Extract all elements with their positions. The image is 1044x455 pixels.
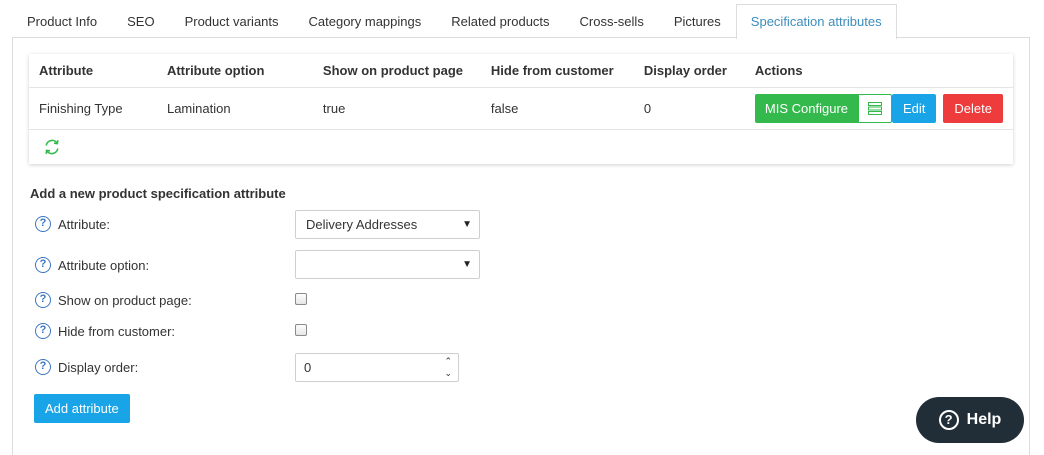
question-icon: ? [938, 410, 959, 430]
hide-from-customer-checkbox[interactable] [295, 324, 307, 336]
show-on-product-page-label: Show on product page: [58, 292, 192, 308]
help-icon[interactable]: ? [35, 257, 51, 273]
stepper-up-icon[interactable]: ⌃ [444, 356, 452, 366]
header-hide-from-customer[interactable]: Hide from customer [480, 54, 634, 88]
add-attribute-form-title: Add a new product specification attribut… [30, 186, 286, 201]
header-attribute[interactable]: Attribute [29, 54, 157, 88]
attribute-control: Delivery Addresses ▼ [295, 210, 480, 239]
list-icon [868, 101, 883, 115]
table-row: Finishing Type Lamination true false 0 M… [29, 87, 1013, 130]
cell-attribute-option: Lamination [156, 87, 313, 130]
tab-seo[interactable]: SEO [112, 4, 169, 38]
table-header-row: Attribute Attribute option Show on produ… [29, 54, 1013, 88]
attribute-select[interactable]: Delivery Addresses ▼ [295, 210, 480, 239]
display-order-control: 0 ⌃ ⌄ [295, 353, 459, 382]
tab-related-products[interactable]: Related products [436, 4, 564, 38]
cell-display-order: 0 [633, 87, 745, 130]
help-icon[interactable]: ? [35, 323, 51, 339]
show-on-product-page-checkbox[interactable] [295, 293, 307, 305]
row-actions: MIS Configure Edit Delete [754, 93, 1003, 123]
cell-hide-from-customer: false [480, 87, 634, 130]
refresh-arrows-icon [45, 139, 59, 155]
cell-actions: MIS Configure Edit Delete [744, 87, 1013, 130]
add-attribute-button[interactable]: Add attribute [34, 394, 130, 423]
display-order-label: Display order: [58, 359, 139, 375]
display-order-row: ? Display order: [35, 359, 138, 375]
tab-product-info[interactable]: Product Info [12, 4, 112, 38]
help-icon[interactable]: ? [35, 292, 51, 308]
hide-from-customer-row: ? Hide from customer: [35, 323, 175, 339]
stepper-down-icon[interactable]: ⌄ [444, 368, 452, 378]
show-on-product-page-control [295, 293, 307, 305]
display-order-value: 0 [304, 360, 312, 375]
cell-show-on-product-page: true [312, 87, 481, 130]
tab-specification-attributes[interactable]: Specification attributes [735, 4, 897, 39]
attribute-option-control: ▼ [295, 250, 480, 279]
attributes-table: Attribute Attribute option Show on produ… [29, 54, 1013, 130]
attribute-label: Attribute: [58, 216, 111, 232]
cell-attribute: Finishing Type [29, 87, 157, 130]
display-order-input[interactable]: 0 ⌃ ⌄ [295, 353, 459, 382]
number-stepper: ⌃ ⌄ [444, 356, 452, 378]
attribute-option-select[interactable]: ▼ [295, 250, 480, 279]
attribute-select-value: Delivery Addresses [306, 217, 418, 232]
dropdown-caret-icon: ▼ [462, 219, 472, 230]
tab-category-mappings[interactable]: Category mappings [294, 4, 437, 38]
help-icon[interactable]: ? [35, 359, 51, 375]
dropdown-caret-icon: ▼ [462, 259, 472, 270]
attribute-option-label: Attribute option: [58, 257, 150, 273]
header-display-order[interactable]: Display order [633, 54, 745, 88]
tab-content-panel: Attribute Attribute option Show on produ… [12, 37, 1030, 455]
attribute-option-row: ? Attribute option: [35, 257, 149, 273]
help-button[interactable]: ? Help [916, 397, 1024, 443]
help-icon[interactable]: ? [35, 216, 51, 232]
header-actions: Actions [744, 54, 1013, 88]
help-button-label: Help [966, 411, 1002, 428]
mis-configure-button[interactable]: MIS Configure [754, 93, 859, 123]
tab-product-variants[interactable]: Product variants [170, 4, 294, 38]
tab-cross-sells[interactable]: Cross-sells [565, 4, 659, 38]
mis-configure-list-button[interactable] [858, 93, 893, 123]
delete-button[interactable]: Delete [943, 93, 1003, 123]
edit-button[interactable]: Edit [892, 93, 937, 123]
tab-pictures[interactable]: Pictures [659, 4, 736, 38]
header-show-on-product-page[interactable]: Show on product page [312, 54, 481, 88]
tab-bar: Product Info SEO Product variants Catego… [12, 4, 897, 39]
hide-from-customer-control [295, 324, 307, 336]
attribute-row: ? Attribute: [35, 216, 110, 232]
show-on-product-page-row: ? Show on product page: [35, 292, 192, 308]
hide-from-customer-label: Hide from customer: [58, 323, 176, 339]
header-attribute-option[interactable]: Attribute option [156, 54, 313, 88]
specification-attributes-grid: Attribute Attribute option Show on produ… [29, 54, 1013, 164]
refresh-icon[interactable] [43, 138, 61, 156]
